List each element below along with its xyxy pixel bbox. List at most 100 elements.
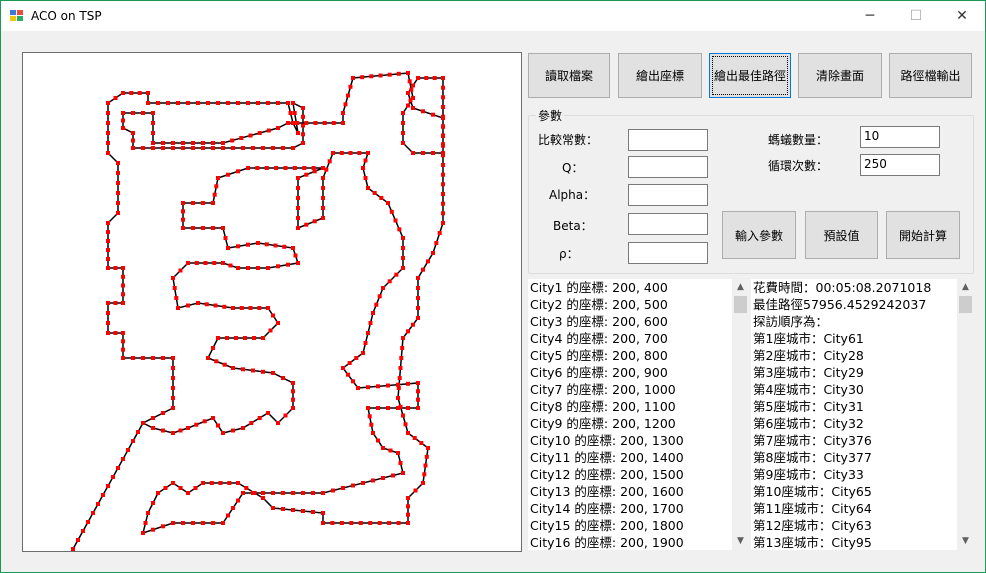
maximize-button[interactable]: ☐: [893, 1, 939, 31]
city-point: [401, 471, 405, 475]
list-item[interactable]: City8 的座標: 200, 1100: [528, 398, 749, 415]
city-point: [441, 105, 445, 109]
scroll-up-arrow-icon[interactable]: ▲: [957, 279, 974, 296]
rho-input[interactable]: [628, 242, 708, 264]
minimize-button[interactable]: ─: [847, 1, 893, 31]
list-item[interactable]: 第8座城市：City377: [751, 449, 974, 466]
city-point: [251, 368, 255, 373]
city-point: [341, 111, 345, 115]
ant-count-input[interactable]: 10: [860, 126, 940, 148]
list-item[interactable]: City6 的座標: 200, 900: [528, 364, 749, 381]
city-point: [296, 186, 300, 190]
city-point: [397, 227, 402, 232]
city-point: [131, 138, 135, 143]
list-item[interactable]: City10 的座標: 200, 1300: [528, 432, 749, 449]
list-item[interactable]: 第1座城市：City61: [751, 330, 974, 347]
city-point: [191, 201, 195, 205]
loop-count-input[interactable]: 250: [860, 154, 940, 176]
list-item[interactable]: 第3座城市：City29: [751, 364, 974, 381]
city-point: [236, 169, 240, 174]
city-point: [181, 226, 185, 230]
city-point: [116, 171, 120, 175]
list-item[interactable]: City7 的座標: 200, 1000: [528, 381, 749, 398]
list-item[interactable]: City11 的座標: 200, 1400: [528, 449, 749, 466]
scroll-up-arrow-icon[interactable]: ▲: [732, 279, 749, 296]
city-point: [416, 389, 420, 394]
city-point: [291, 146, 295, 150]
city-point: [441, 163, 445, 167]
clear-canvas-button[interactable]: 清除畫面: [798, 53, 882, 98]
list-item[interactable]: 第7座城市：City376: [751, 432, 974, 449]
city-point: [106, 331, 110, 335]
default-values-button[interactable]: 預設值: [805, 211, 878, 259]
read-file-button[interactable]: 讀取檔案: [528, 53, 610, 98]
list-item[interactable]: 第4座城市：City30: [751, 381, 974, 398]
list-item[interactable]: 第12座城市：City63: [751, 517, 974, 534]
city-point: [288, 111, 293, 115]
close-button[interactable]: ✕: [939, 1, 985, 31]
city-point: [106, 131, 110, 135]
list-item[interactable]: 第9座城市：City33: [751, 466, 974, 483]
list-item[interactable]: City1 的座標: 200, 400: [528, 279, 749, 296]
city-point: [271, 313, 275, 318]
list-item[interactable]: City4 的座標: 200, 700: [528, 330, 749, 347]
city-point: [249, 421, 254, 425]
list-item[interactable]: City12 的座標: 200, 1500: [528, 466, 749, 483]
city-point: [416, 406, 420, 410]
city-point: [256, 266, 260, 270]
city-point: [312, 219, 317, 224]
city-point: [376, 384, 380, 389]
scroll-down-arrow-icon[interactable]: ▼: [732, 533, 749, 550]
list-item[interactable]: 第10座城市：City65: [751, 483, 974, 500]
list-item[interactable]: 探訪順序為：: [751, 313, 974, 330]
city-point: [301, 114, 305, 119]
scroll-down-arrow-icon[interactable]: ▼: [957, 533, 974, 550]
coordinate-scrollbar[interactable]: ▲ ▼: [732, 279, 749, 550]
q-input[interactable]: [628, 156, 708, 178]
beta-input[interactable]: [628, 213, 708, 235]
list-item[interactable]: City3 的座標: 200, 600: [528, 313, 749, 330]
city-point: [283, 413, 288, 418]
input-params-button[interactable]: 輸入參數: [722, 211, 796, 259]
list-item[interactable]: 第2座城市：City28: [751, 347, 974, 364]
best-path-line: [72, 72, 444, 550]
city-point: [441, 143, 445, 148]
list-item[interactable]: City13 的座標: 200, 1600: [528, 483, 749, 500]
alpha-input[interactable]: [628, 184, 708, 206]
compare-input[interactable]: [628, 129, 708, 151]
list-item[interactable]: City9 的座標: 200, 1200: [528, 415, 749, 432]
scroll-thumb[interactable]: [734, 296, 747, 313]
city-point: [222, 362, 227, 367]
list-item[interactable]: City5 的座標: 200, 800: [528, 347, 749, 364]
list-item[interactable]: 第6座城市：City32: [751, 415, 974, 432]
city-point: [396, 521, 401, 525]
list-item[interactable]: 最佳路徑57956.4529242037: [751, 296, 974, 313]
city-point: [283, 166, 288, 170]
list-item[interactable]: City14 的座標: 200, 1700: [528, 500, 749, 517]
list-item[interactable]: City15 的座標: 200, 1800: [528, 517, 749, 534]
list-item[interactable]: City16 的座標: 200, 1900: [528, 534, 749, 550]
result-scrollbar[interactable]: ▲ ▼: [957, 279, 974, 550]
list-item[interactable]: 花費時間：00:05:08.2071018: [751, 279, 974, 296]
draw-coords-button[interactable]: 繪出座標: [618, 53, 702, 98]
city-point: [246, 242, 250, 247]
draw-best-path-button[interactable]: 繪出最佳路徑: [709, 53, 791, 98]
list-item[interactable]: 第5座城市：City31: [751, 398, 974, 415]
city-point: [226, 101, 230, 105]
export-path-button[interactable]: 路徑檔輸出: [889, 53, 972, 98]
city-point: [121, 266, 125, 270]
list-item[interactable]: 第11座城市：City64: [751, 500, 974, 517]
city-point: [239, 306, 244, 310]
city-point: [371, 311, 375, 315]
start-compute-button[interactable]: 開始計算: [886, 211, 960, 259]
list-item[interactable]: 第13座城市：City95: [751, 534, 974, 550]
city-point: [406, 103, 410, 108]
list-item[interactable]: City2 的座標: 200, 500: [528, 296, 749, 313]
city-point: [161, 524, 165, 529]
city-point: [241, 367, 245, 372]
city-point: [361, 481, 365, 485]
result-listbox[interactable]: 花費時間：00:05:08.2071018 最佳路徑57956.452924203…: [751, 279, 974, 550]
scroll-thumb[interactable]: [959, 296, 972, 313]
coordinate-listbox[interactable]: City1 的座標: 200, 400 City2 的座標: 200, 500 Ci…: [528, 279, 749, 550]
city-point: [156, 491, 160, 495]
